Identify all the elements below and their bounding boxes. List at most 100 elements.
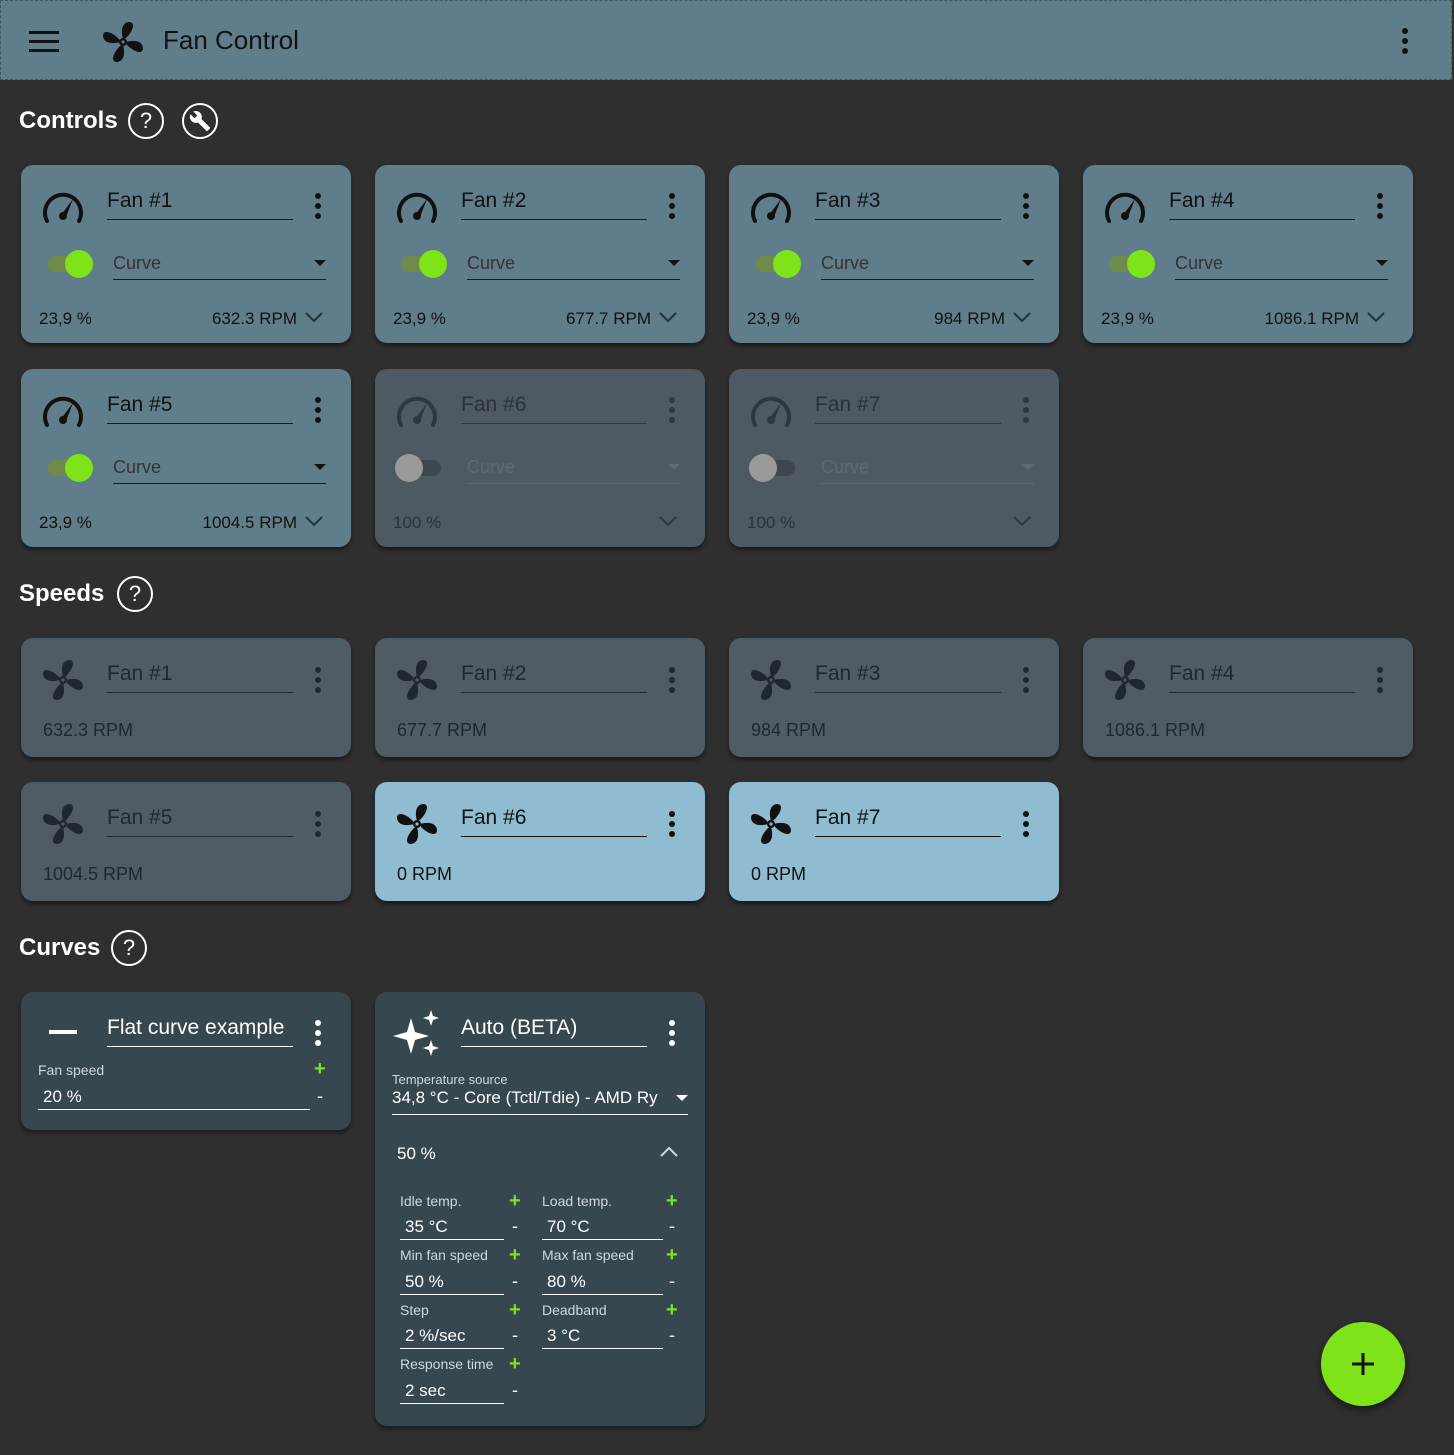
speed-name-field[interactable]: Fan #5 bbox=[107, 800, 293, 837]
enable-toggle[interactable] bbox=[395, 454, 441, 482]
more-options-icon[interactable] bbox=[314, 397, 322, 423]
chevron-down-icon[interactable] bbox=[658, 311, 678, 323]
enable-toggle[interactable] bbox=[749, 454, 795, 482]
control-rpm: 1004.5 RPM bbox=[202, 513, 298, 532]
enable-toggle[interactable] bbox=[1109, 250, 1155, 278]
curves-help-button[interactable]: ? bbox=[111, 930, 147, 966]
control-name-field[interactable]: Fan #6 bbox=[461, 387, 647, 424]
mode-select[interactable]: Curve bbox=[821, 247, 1034, 280]
step-input[interactable]: 2 %/sec bbox=[400, 1323, 504, 1349]
add-button[interactable] bbox=[1321, 1322, 1405, 1406]
mode-select[interactable]: Curve bbox=[113, 451, 326, 484]
mode-select[interactable]: Curve bbox=[467, 247, 680, 280]
deadband-input[interactable]: 3 °C bbox=[542, 1323, 663, 1349]
speed-name-field[interactable]: Fan #4 bbox=[1169, 656, 1355, 693]
more-options-icon[interactable] bbox=[1022, 397, 1030, 423]
step-increment[interactable]: + bbox=[509, 1299, 521, 1322]
control-name-field[interactable]: Fan #1 bbox=[107, 183, 293, 220]
control-name-field[interactable]: Fan #5 bbox=[107, 387, 293, 424]
help-icon: ? bbox=[139, 108, 153, 133]
idle-temp-decrement[interactable]: - bbox=[512, 1216, 518, 1237]
max-fan-speed-decrement[interactable]: - bbox=[669, 1271, 675, 1292]
idle-temp-increment[interactable]: + bbox=[509, 1190, 521, 1213]
more-options-icon[interactable] bbox=[668, 667, 676, 693]
controls-wrench-button[interactable] bbox=[182, 103, 218, 139]
hamburger-menu-icon[interactable] bbox=[29, 31, 59, 53]
more-options-icon[interactable] bbox=[668, 1020, 676, 1046]
temperature-source-select[interactable]: 34,8 °C - Core (Tctl/Tdie) - AMD Ry bbox=[392, 1086, 688, 1115]
gauge-icon bbox=[43, 396, 83, 427]
more-options-icon[interactable] bbox=[668, 193, 676, 219]
step-decrement[interactable]: - bbox=[512, 1325, 518, 1346]
control-name-field[interactable]: Fan #7 bbox=[815, 387, 1001, 424]
more-options-icon[interactable] bbox=[668, 811, 676, 837]
enable-toggle[interactable] bbox=[401, 250, 447, 278]
idle-temp-input[interactable]: 35 °C bbox=[400, 1214, 504, 1240]
chevron-down-icon[interactable] bbox=[304, 515, 324, 527]
max-fan-speed-input[interactable]: 80 % bbox=[542, 1269, 663, 1295]
chevron-down-icon bbox=[668, 260, 680, 266]
deadband-decrement[interactable]: - bbox=[669, 1325, 675, 1346]
more-options-icon[interactable] bbox=[314, 1020, 322, 1046]
mode-select[interactable]: Curve bbox=[467, 451, 680, 484]
control-name-field[interactable]: Fan #3 bbox=[815, 183, 1001, 220]
more-options-icon[interactable] bbox=[1395, 27, 1415, 55]
control-card: Fan #6 Curve 100 % bbox=[375, 369, 705, 547]
response-time-increment[interactable]: + bbox=[509, 1353, 521, 1376]
control-percent: 23,9 % bbox=[39, 513, 92, 532]
speed-name-field[interactable]: Fan #7 bbox=[815, 800, 1001, 837]
fan-speed-input[interactable]: 20 % bbox=[38, 1084, 310, 1110]
load-temp-input[interactable]: 70 °C bbox=[542, 1214, 663, 1240]
more-options-icon[interactable] bbox=[1022, 811, 1030, 837]
speed-name-field[interactable]: Fan #3 bbox=[815, 656, 1001, 693]
load-temp-decrement[interactable]: - bbox=[669, 1216, 675, 1237]
deadband-increment[interactable]: + bbox=[666, 1299, 678, 1322]
mode-select[interactable]: Curve bbox=[1175, 247, 1388, 280]
enable-toggle[interactable] bbox=[755, 250, 801, 278]
speed-name-field[interactable]: Fan #6 bbox=[461, 800, 647, 837]
control-percent: 23,9 % bbox=[393, 309, 446, 328]
step-label: Step bbox=[400, 1302, 429, 1318]
mode-select[interactable]: Curve bbox=[113, 247, 326, 280]
curve-name-field[interactable]: Auto (BETA) bbox=[461, 1010, 647, 1047]
controls-help-button[interactable]: ? bbox=[128, 103, 164, 139]
min-fan-speed-decrement[interactable]: - bbox=[512, 1271, 518, 1292]
speed-card: Fan #6 0 RPM bbox=[375, 782, 705, 901]
speeds-help-button[interactable]: ? bbox=[117, 576, 153, 612]
chevron-down-icon[interactable] bbox=[304, 311, 324, 323]
enable-toggle[interactable] bbox=[47, 250, 93, 278]
control-name-field[interactable]: Fan #2 bbox=[461, 183, 647, 220]
more-options-icon[interactable] bbox=[1376, 667, 1384, 693]
response-time-input[interactable]: 2 sec bbox=[400, 1378, 504, 1404]
chevron-down-icon[interactable] bbox=[1366, 311, 1386, 323]
chevron-down-icon[interactable] bbox=[1012, 515, 1032, 527]
mode-value: Curve bbox=[113, 253, 162, 273]
load-temp-increment[interactable]: + bbox=[666, 1190, 678, 1213]
decrement-button[interactable]: - bbox=[317, 1086, 323, 1107]
min-fan-speed-increment[interactable]: + bbox=[509, 1244, 521, 1267]
mode-value: Curve bbox=[113, 457, 162, 477]
more-options-icon[interactable] bbox=[668, 397, 676, 423]
more-options-icon[interactable] bbox=[314, 193, 322, 219]
more-options-icon[interactable] bbox=[1022, 193, 1030, 219]
curve-name-field[interactable]: Flat curve example bbox=[107, 1010, 293, 1047]
more-options-icon[interactable] bbox=[1376, 193, 1384, 219]
max-fan-speed-increment[interactable]: + bbox=[666, 1244, 678, 1267]
enable-toggle[interactable] bbox=[47, 454, 93, 482]
more-options-icon[interactable] bbox=[314, 811, 322, 837]
control-name-field[interactable]: Fan #4 bbox=[1169, 183, 1355, 220]
chevron-up-icon[interactable] bbox=[659, 1146, 679, 1158]
min-fan-speed-input[interactable]: 50 % bbox=[400, 1269, 504, 1295]
chevron-down-icon[interactable] bbox=[658, 515, 678, 527]
temperature-source-value: 34,8 °C - Core (Tctl/Tdie) - AMD Ry bbox=[392, 1088, 658, 1107]
more-options-icon[interactable] bbox=[1022, 667, 1030, 693]
wrench-icon bbox=[189, 111, 211, 132]
speed-name-field[interactable]: Fan #1 bbox=[107, 656, 293, 693]
mode-select[interactable]: Curve bbox=[821, 451, 1034, 484]
response-time-decrement[interactable]: - bbox=[512, 1380, 518, 1401]
speed-rpm: 677.7 RPM bbox=[397, 720, 488, 740]
increment-button[interactable]: + bbox=[314, 1058, 326, 1081]
speed-name-field[interactable]: Fan #2 bbox=[461, 656, 647, 693]
chevron-down-icon[interactable] bbox=[1012, 311, 1032, 323]
more-options-icon[interactable] bbox=[314, 667, 322, 693]
